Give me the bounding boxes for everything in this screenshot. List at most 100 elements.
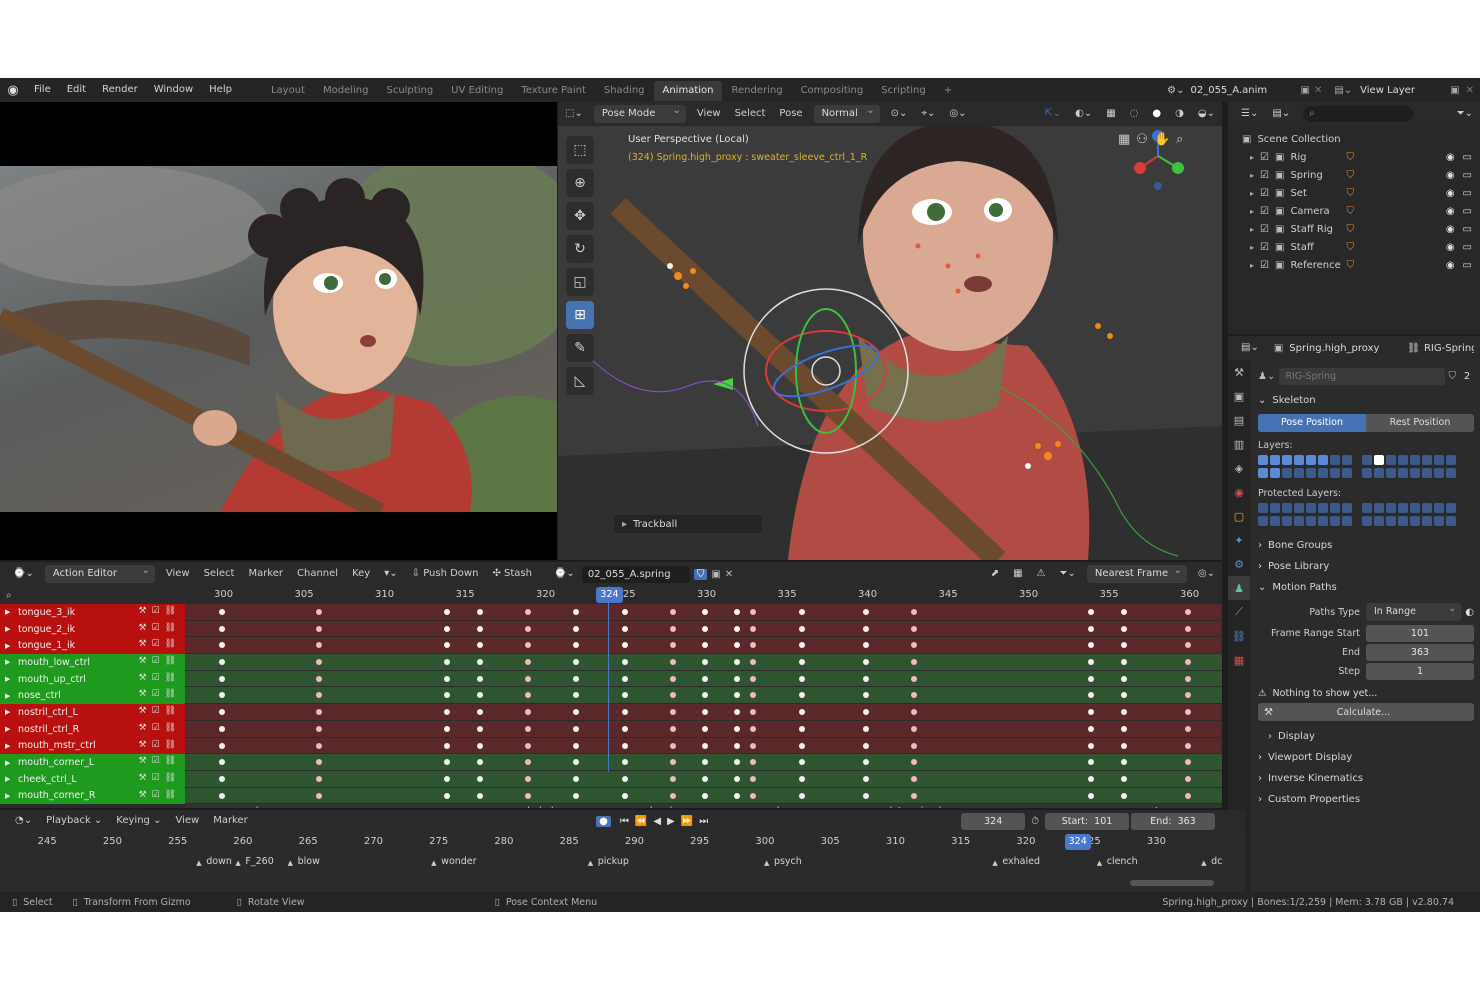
menu-window[interactable]: Window	[146, 78, 201, 102]
keyframe[interactable]	[669, 775, 676, 782]
channel-row[interactable]: ▶ mouth_up_ctrl ⚒☑⛓	[0, 670, 185, 688]
snap-mode-dropdown[interactable]: Nearest Frame	[1086, 562, 1187, 583]
keyframe[interactable]	[315, 609, 322, 615]
protected-layers-grid[interactable]	[1258, 503, 1474, 528]
keyframe[interactable]	[669, 675, 676, 682]
timeline-markers[interactable]: downF_260 blow wonder pickup psych exhaled cle…	[0, 852, 1245, 878]
expand-arrow-icon[interactable]: ▸	[1250, 243, 1254, 252]
tab-uv-editing[interactable]: UV Editing	[442, 81, 512, 101]
keyframe-row[interactable]	[185, 720, 1222, 738]
keyframe[interactable]	[734, 609, 741, 615]
keyframe[interactable]	[750, 642, 757, 649]
keyframe[interactable]	[219, 692, 226, 699]
bone-layer-toggle[interactable]	[1330, 468, 1340, 478]
keyframe[interactable]	[621, 659, 628, 666]
keyframe[interactable]	[1088, 742, 1095, 749]
view-layer-icon[interactable]: ▤⌄	[1334, 85, 1352, 96]
visibility-eye-icon[interactable]: ◉	[1446, 260, 1455, 271]
keyframe[interactable]	[1120, 659, 1127, 666]
bone-layer-toggle[interactable]	[1342, 468, 1352, 478]
render-visibility-icon[interactable]: ▭	[1463, 242, 1472, 253]
pose-library-panel[interactable]: › Pose Library	[1258, 561, 1474, 572]
filter-icon[interactable]: ⏷⌄	[1450, 104, 1480, 124]
view-layer-tab-icon[interactable]: ▥	[1228, 432, 1250, 456]
properties-editor-icon[interactable]: ▤⌄	[1234, 338, 1266, 358]
keyframe[interactable]	[911, 642, 918, 649]
bone-layer-toggle[interactable]	[1434, 516, 1444, 526]
keyframe[interactable]	[524, 642, 531, 649]
keyframe[interactable]	[1185, 709, 1192, 716]
keyframe[interactable]	[476, 742, 483, 749]
keyframe[interactable]	[911, 625, 918, 632]
move-tool-icon[interactable]: ✥	[566, 202, 594, 230]
keyframe[interactable]	[911, 759, 918, 766]
keyframe[interactable]	[621, 792, 628, 799]
keyframe[interactable]	[750, 725, 757, 732]
keyframe[interactable]	[702, 759, 709, 766]
keyframe[interactable]	[573, 775, 580, 782]
auto-keying-icon[interactable]: ●	[596, 815, 611, 827]
channel-toggle-icons[interactable]: ⚒☑⛓	[138, 756, 181, 766]
tab-rendering[interactable]: Rendering	[722, 81, 791, 101]
bone-layer-toggle[interactable]	[1342, 455, 1352, 465]
motion-paths-panel[interactable]: ⌄ Motion Paths	[1258, 582, 1474, 593]
keyframe[interactable]	[798, 725, 805, 732]
render-tab-icon[interactable]: ▣	[1228, 384, 1250, 408]
keyframe[interactable]	[750, 792, 757, 799]
bone-layer-toggle[interactable]	[1362, 516, 1372, 526]
proportional-icon[interactable]: ◎⌄	[942, 104, 973, 124]
timeline-current-frame-indicator[interactable]: 324	[1064, 834, 1091, 850]
expand-arrow-icon[interactable]: ▸	[1250, 207, 1254, 216]
render-visibility-icon[interactable]: ▭	[1463, 224, 1472, 235]
keyframe[interactable]	[573, 725, 580, 732]
keyframe[interactable]	[1185, 775, 1192, 782]
bone-layer-toggle[interactable]	[1270, 516, 1280, 526]
bone-layer-toggle[interactable]	[1270, 503, 1280, 513]
fake-user-shield-icon[interactable]: ⛉	[693, 568, 708, 580]
keyframe[interactable]	[911, 775, 918, 782]
keyframe[interactable]	[669, 692, 676, 699]
keyframe-row[interactable]	[185, 670, 1222, 688]
keyframe[interactable]	[1185, 675, 1192, 682]
keyframe[interactable]	[863, 609, 870, 615]
visibility-eye-icon[interactable]: ◉	[1446, 206, 1455, 217]
checkbox-icon[interactable]: ☑	[1260, 152, 1269, 163]
timeline-marker[interactable]: psych	[764, 856, 802, 867]
outliner-item[interactable]: ▸ ☑ ▣ Camera ⛉ ◉ ▭	[1242, 202, 1480, 220]
bone-layer-toggle[interactable]	[1258, 503, 1268, 513]
keyframe[interactable]	[315, 775, 322, 782]
keyframe[interactable]	[573, 625, 580, 632]
outliner-item[interactable]: ▸ ☑ ▣ Rig ⛉ ◉ ▭	[1242, 148, 1480, 166]
rendered-shading-icon[interactable]: ◒⌄	[1191, 104, 1222, 124]
bone-tab-icon[interactable]: ⟋	[1228, 600, 1250, 624]
keyframe[interactable]	[1088, 775, 1095, 782]
keyframe[interactable]	[573, 759, 580, 766]
keyframe[interactable]	[444, 642, 451, 649]
keyframe[interactable]	[621, 642, 628, 649]
keyframe[interactable]	[219, 659, 226, 666]
bone-layer-toggle[interactable]	[1446, 516, 1456, 526]
viewport-menu-pose[interactable]: Pose	[772, 104, 809, 124]
keyframe[interactable]	[315, 642, 322, 649]
bone-layer-toggle[interactable]	[1422, 455, 1432, 465]
keyframe[interactable]	[315, 725, 322, 732]
expand-arrow-icon[interactable]: ▸	[1250, 171, 1254, 180]
visibility-eye-icon[interactable]: ◉	[1446, 152, 1455, 163]
keyframe[interactable]	[702, 792, 709, 799]
gizmo-icon[interactable]: ⇱⌄	[1037, 104, 1068, 124]
delete-view-layer-icon[interactable]: ✕	[1466, 85, 1474, 96]
bone-layer-toggle[interactable]	[1398, 455, 1408, 465]
keyframe[interactable]	[1185, 725, 1192, 732]
frame-ruler[interactable]: 300 305 310 315 320 325 330 335 340 345 350 355 360	[185, 586, 1222, 604]
channel-row[interactable]: ▶ nose_ctrl ⚒☑⛓	[0, 687, 185, 705]
bone-layer-toggle[interactable]	[1434, 503, 1444, 513]
timeline-marker[interactable]: exhaled	[516, 806, 554, 808]
viewport-menu-view[interactable]: View	[690, 104, 728, 124]
play-reverse-icon[interactable]: ◀	[653, 816, 661, 827]
channel-row[interactable]: ▶ mouth_corner_L ⚒☑⛓	[0, 754, 185, 771]
keyframe[interactable]	[621, 692, 628, 699]
outliner-item[interactable]: ▸ ☑ ▣ Spring ⛉ ◉ ▭	[1242, 166, 1480, 184]
bone-layer-toggle[interactable]	[1258, 516, 1268, 526]
keyframe[interactable]	[798, 775, 805, 782]
channel-toggle-icons[interactable]: ⚒☑⛓	[138, 773, 181, 783]
